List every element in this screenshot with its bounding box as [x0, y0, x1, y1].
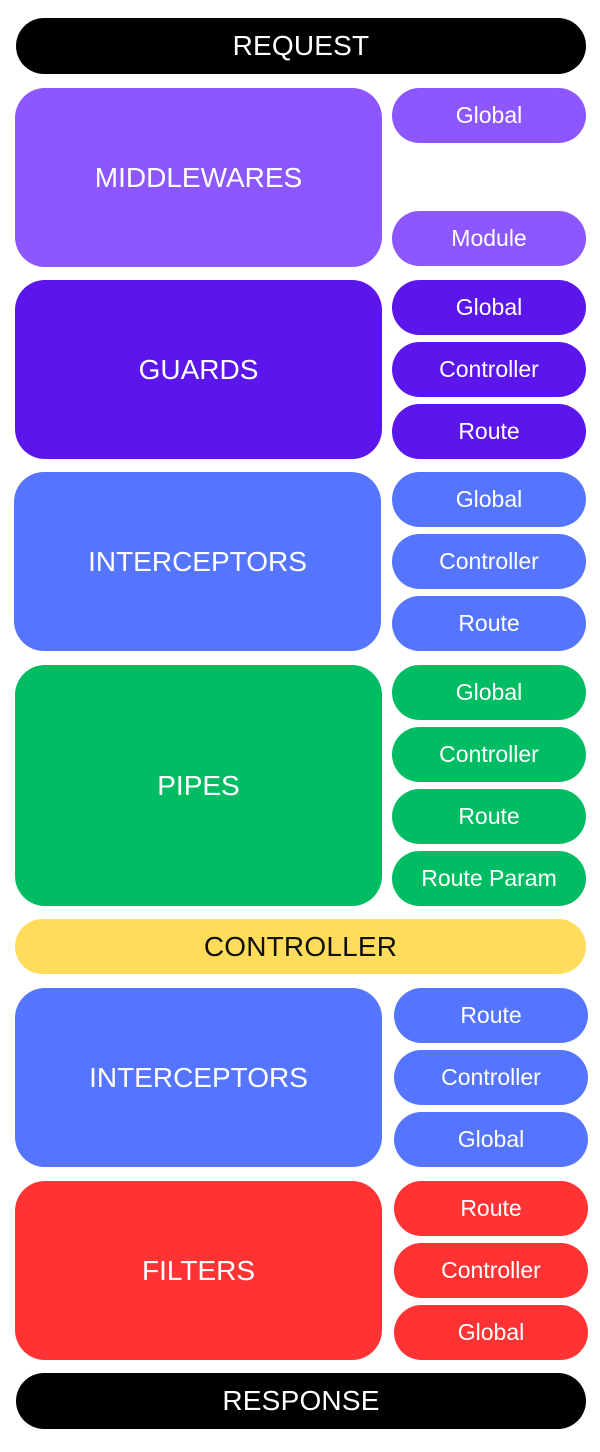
guards-label: GUARDS	[138, 353, 259, 385]
pipes-scope-route-param: Route Param	[392, 851, 586, 906]
scope-label: Controller	[441, 1257, 541, 1283]
guards-box: GUARDS	[15, 280, 382, 459]
scope-label: Controller	[439, 356, 539, 382]
filters-scope-route: Route	[394, 1181, 588, 1236]
stage-pipes: PIPES Global Controller Route Route Para…	[15, 665, 586, 906]
filters-label: FILTERS	[141, 1254, 256, 1286]
scope-label: Route	[458, 610, 520, 636]
controller-label: CONTROLLER	[203, 930, 398, 962]
stage-filters: FILTERS Route Controller Global	[15, 1181, 588, 1360]
filters-box: FILTERS	[15, 1181, 382, 1360]
filters-scope-global: Global	[394, 1305, 588, 1360]
guards-scope-route: Route	[392, 404, 586, 459]
stage-middlewares: MIDDLEWARES Global Module	[15, 88, 586, 267]
scope-label: Route	[460, 1002, 522, 1028]
pipes-scope-controller: Controller	[392, 727, 586, 782]
pipes-label: PIPES	[157, 769, 240, 801]
scope-label: Route	[458, 803, 520, 829]
scope-label: Route Param	[421, 865, 557, 891]
scope-label: Route	[458, 418, 520, 444]
scope-label: Route	[460, 1195, 522, 1221]
middlewares-scope-global: Global	[392, 88, 586, 143]
interceptors-out-label: INTERCEPTORS	[89, 1061, 308, 1093]
middlewares-label: MIDDLEWARES	[94, 161, 303, 193]
scope-label: Module	[451, 225, 527, 251]
stage-interceptors-out: INTERCEPTORS Route Controller Global	[15, 988, 588, 1167]
scope-label: Controller	[441, 1064, 541, 1090]
middlewares-scope-module: Module	[392, 211, 586, 266]
controller-bar: CONTROLLER	[15, 919, 586, 974]
scope-label: Global	[457, 1319, 525, 1345]
interceptors-out-scope-route: Route	[394, 988, 588, 1043]
pipes-scope-route: Route	[392, 789, 586, 844]
middlewares-box: MIDDLEWARES	[15, 88, 382, 267]
scope-label: Global	[455, 679, 523, 705]
guards-scope-global: Global	[392, 280, 586, 335]
response-label: RESPONSE	[222, 1385, 380, 1416]
pipes-box: PIPES	[15, 665, 382, 906]
request-label: REQUEST	[232, 30, 370, 61]
scope-label: Controller	[439, 548, 539, 574]
guards-scope-controller: Controller	[392, 342, 586, 397]
stage-guards: GUARDS Global Controller Route	[15, 280, 586, 459]
scope-label: Global	[457, 1126, 525, 1152]
scope-label: Global	[455, 294, 523, 320]
pipes-scope-global: Global	[392, 665, 586, 720]
interceptors-out-scope-controller: Controller	[394, 1050, 588, 1105]
scope-label: Global	[455, 102, 523, 128]
interceptors-in-scope-route: Route	[392, 596, 586, 651]
interceptors-out-box: INTERCEPTORS	[15, 988, 382, 1167]
scope-label: Global	[455, 486, 523, 512]
interceptors-in-scope-controller: Controller	[392, 534, 586, 589]
interceptors-in-label: INTERCEPTORS	[88, 545, 307, 577]
interceptors-in-box: INTERCEPTORS	[14, 472, 381, 651]
filters-scope-controller: Controller	[394, 1243, 588, 1298]
scope-label: Controller	[439, 741, 539, 767]
stage-interceptors-in: INTERCEPTORS Global Controller Route	[14, 472, 586, 651]
interceptors-out-scope-global: Global	[394, 1112, 588, 1167]
interceptors-in-scope-global: Global	[392, 472, 586, 527]
request-bar: REQUEST	[16, 18, 586, 74]
response-bar: RESPONSE	[16, 1373, 586, 1429]
